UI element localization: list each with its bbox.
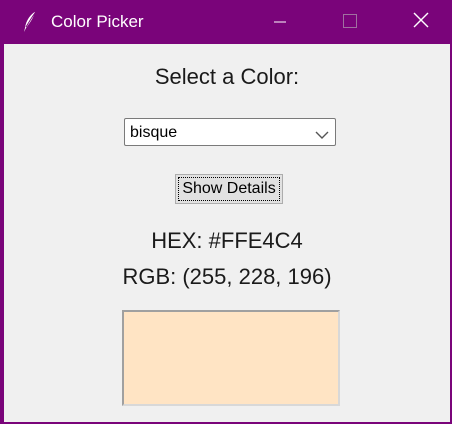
maximize-icon: [343, 13, 357, 32]
color-select[interactable]: bisque: [124, 118, 336, 146]
window-title: Color Picker: [51, 12, 144, 31]
color-select-value: bisque: [130, 124, 178, 141]
rgb-value: RGB: (255, 228, 196): [122, 264, 332, 289]
minimize-button[interactable]: [257, 0, 303, 44]
close-button[interactable]: [398, 0, 444, 44]
color-swatch: [122, 310, 340, 406]
page-title: Select a Color:: [154, 64, 300, 89]
feather-icon: [20, 11, 40, 33]
show-details-button[interactable]: Show Details: [175, 174, 283, 204]
client-area: Select a Color: bisque Show Details HEX:…: [4, 44, 450, 422]
maximize-button[interactable]: [327, 0, 373, 44]
title-bar[interactable]: Color Picker: [2, 0, 452, 44]
chevron-down-icon[interactable]: [315, 126, 329, 139]
hex-value: HEX: #FFE4C4: [151, 228, 303, 253]
minimize-icon: [274, 13, 286, 32]
show-details-label: Show Details: [182, 180, 276, 197]
app-window: Color Picker Select a Color: bisque Show…: [0, 0, 452, 424]
close-icon: [413, 12, 429, 32]
